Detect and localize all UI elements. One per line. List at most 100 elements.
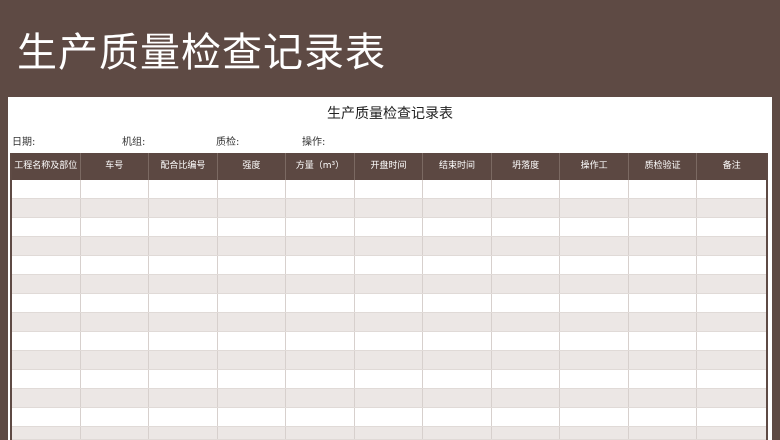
table-cell[interactable]: [149, 256, 218, 274]
table-cell[interactable]: [149, 332, 218, 350]
table-cell[interactable]: [218, 218, 287, 236]
table-cell[interactable]: [492, 256, 561, 274]
table-cell[interactable]: [149, 427, 218, 439]
table-cell[interactable]: [697, 275, 766, 293]
table-cell[interactable]: [81, 389, 150, 407]
table-cell[interactable]: [697, 332, 766, 350]
table-cell[interactable]: [286, 351, 355, 369]
table-cell[interactable]: [218, 199, 287, 217]
table-cell[interactable]: [423, 237, 492, 255]
table-cell[interactable]: [697, 427, 766, 439]
table-cell[interactable]: [218, 351, 287, 369]
table-cell[interactable]: [697, 180, 766, 198]
table-cell[interactable]: [12, 237, 81, 255]
table-cell[interactable]: [149, 313, 218, 331]
table-cell[interactable]: [286, 427, 355, 439]
table-cell[interactable]: [423, 256, 492, 274]
table-cell[interactable]: [492, 275, 561, 293]
table-cell[interactable]: [218, 370, 287, 388]
table-cell[interactable]: [492, 180, 561, 198]
table-cell[interactable]: [423, 275, 492, 293]
table-cell[interactable]: [697, 370, 766, 388]
table-cell[interactable]: [629, 408, 698, 426]
table-cell[interactable]: [81, 199, 150, 217]
table-cell[interactable]: [218, 389, 287, 407]
table-cell[interactable]: [355, 180, 424, 198]
table-cell[interactable]: [697, 389, 766, 407]
table-cell[interactable]: [423, 332, 492, 350]
table-cell[interactable]: [218, 332, 287, 350]
table-cell[interactable]: [423, 218, 492, 236]
table-cell[interactable]: [355, 256, 424, 274]
table-cell[interactable]: [492, 218, 561, 236]
table-cell[interactable]: [81, 408, 150, 426]
table-cell[interactable]: [81, 275, 150, 293]
table-cell[interactable]: [560, 294, 629, 312]
table-cell[interactable]: [560, 237, 629, 255]
table-cell[interactable]: [560, 275, 629, 293]
table-cell[interactable]: [149, 218, 218, 236]
table-cell[interactable]: [355, 237, 424, 255]
table-cell[interactable]: [560, 256, 629, 274]
table-cell[interactable]: [218, 313, 287, 331]
table-cell[interactable]: [12, 389, 81, 407]
table-cell[interactable]: [423, 313, 492, 331]
table-cell[interactable]: [492, 199, 561, 217]
table-cell[interactable]: [560, 218, 629, 236]
table-cell[interactable]: [492, 389, 561, 407]
table-cell[interactable]: [492, 427, 561, 439]
table-cell[interactable]: [423, 199, 492, 217]
table-cell[interactable]: [423, 370, 492, 388]
table-cell[interactable]: [629, 332, 698, 350]
table-cell[interactable]: [492, 332, 561, 350]
table-cell[interactable]: [629, 256, 698, 274]
table-cell[interactable]: [355, 351, 424, 369]
table-cell[interactable]: [492, 351, 561, 369]
table-cell[interactable]: [560, 351, 629, 369]
table-cell[interactable]: [218, 427, 287, 439]
table-cell[interactable]: [560, 313, 629, 331]
table-cell[interactable]: [286, 370, 355, 388]
table-cell[interactable]: [355, 275, 424, 293]
table-cell[interactable]: [697, 313, 766, 331]
table-cell[interactable]: [629, 180, 698, 198]
table-cell[interactable]: [12, 427, 81, 439]
table-cell[interactable]: [218, 256, 287, 274]
table-cell[interactable]: [423, 408, 492, 426]
table-cell[interactable]: [492, 237, 561, 255]
table-cell[interactable]: [149, 389, 218, 407]
table-cell[interactable]: [286, 237, 355, 255]
table-cell[interactable]: [149, 180, 218, 198]
table-cell[interactable]: [81, 370, 150, 388]
table-cell[interactable]: [697, 351, 766, 369]
table-cell[interactable]: [629, 199, 698, 217]
table-cell[interactable]: [218, 237, 287, 255]
table-cell[interactable]: [12, 313, 81, 331]
table-cell[interactable]: [697, 237, 766, 255]
table-cell[interactable]: [81, 237, 150, 255]
table-cell[interactable]: [697, 256, 766, 274]
table-cell[interactable]: [492, 294, 561, 312]
table-cell[interactable]: [286, 294, 355, 312]
table-cell[interactable]: [218, 294, 287, 312]
table-cell[interactable]: [286, 218, 355, 236]
table-cell[interactable]: [423, 180, 492, 198]
table-cell[interactable]: [218, 408, 287, 426]
table-cell[interactable]: [81, 332, 150, 350]
table-cell[interactable]: [286, 313, 355, 331]
table-cell[interactable]: [81, 313, 150, 331]
table-cell[interactable]: [423, 294, 492, 312]
table-cell[interactable]: [286, 199, 355, 217]
table-cell[interactable]: [81, 256, 150, 274]
table-cell[interactable]: [629, 275, 698, 293]
table-cell[interactable]: [629, 370, 698, 388]
table-cell[interactable]: [355, 408, 424, 426]
table-cell[interactable]: [355, 427, 424, 439]
table-cell[interactable]: [81, 218, 150, 236]
table-cell[interactable]: [81, 427, 150, 439]
table-cell[interactable]: [560, 370, 629, 388]
table-cell[interactable]: [149, 351, 218, 369]
table-cell[interactable]: [697, 199, 766, 217]
table-cell[interactable]: [81, 351, 150, 369]
table-cell[interactable]: [492, 313, 561, 331]
